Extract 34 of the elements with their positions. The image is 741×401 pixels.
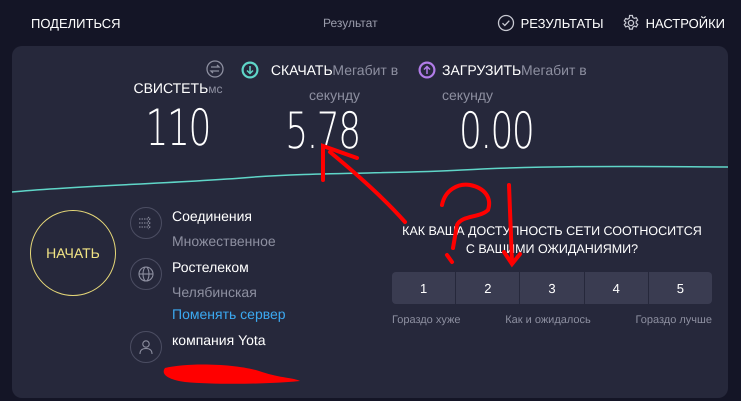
scale-label: Как и ожидалось (505, 314, 591, 326)
info-subtitle: Челябинская (172, 283, 257, 301)
person-icon (130, 331, 162, 363)
metric-value: 0.00 (459, 106, 534, 156)
ping-icon (206, 60, 224, 78)
rating-option[interactable]: 4 (584, 272, 648, 304)
metric-heading: ЗАГРУЗИТЬМегабит в секунду (442, 61, 588, 105)
connections-icon (130, 207, 162, 239)
metric-label: СВИСТЕТЬ (133, 80, 208, 96)
rating-option[interactable]: 1 (392, 272, 456, 304)
info-title: компания Yota (172, 331, 266, 349)
metric-value: 110 (146, 103, 210, 153)
info-title: Соединения (172, 207, 252, 225)
metric-unit: мс (208, 82, 223, 96)
results-link[interactable]: РЕЗУЛЬТАТЫ (496, 14, 604, 32)
globe-icon (130, 258, 162, 290)
metric-heading: СКАЧАТЬМегабит в секунду (270, 61, 400, 105)
rating-option[interactable]: 2 (456, 272, 520, 304)
rating-option[interactable]: 3 (520, 272, 584, 304)
metric-value: 5.78 (284, 106, 361, 156)
change-server-link[interactable]: Поменять сервер (172, 305, 286, 323)
check-circle-icon (496, 14, 515, 32)
share-link[interactable]: ПОДЕЛИТЬСЯ (31, 16, 120, 30)
start-button[interactable]: НАЧАТЬ (30, 210, 116, 296)
scale-label: Гораздо лучше (636, 314, 712, 326)
upload-icon (418, 61, 436, 79)
info-title: Ростелеком (172, 258, 249, 276)
info-subtitle: Множественное (172, 232, 276, 250)
download-icon (240, 61, 258, 79)
rating-option[interactable]: 5 (648, 272, 712, 304)
scale-label: Гораздо хуже (392, 314, 460, 326)
page-title: Результат (323, 16, 378, 30)
settings-icon (622, 14, 640, 32)
settings-link[interactable]: НАСТРОЙКИ (622, 14, 725, 32)
